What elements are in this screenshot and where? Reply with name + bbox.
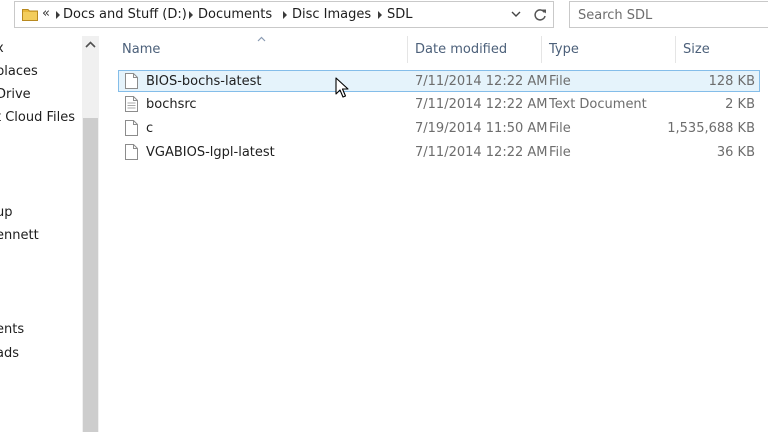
column-header-name[interactable]: Name: [122, 42, 160, 57]
breadcrumb-overflow-icon[interactable]: «: [42, 6, 50, 21]
file-size: 1,535,688 KB: [667, 121, 755, 136]
file-name: BIOS-bochs-latest: [146, 74, 262, 89]
nav-item-homegroup[interactable]: up: [0, 205, 13, 220]
column-header-size[interactable]: Size: [683, 42, 710, 57]
nav-item-recent-places[interactable]: places: [0, 64, 38, 79]
breadcrumb-docs-and-stuff[interactable]: Docs and Stuff (D:): [63, 7, 187, 22]
address-bar[interactable]: « Docs and Stuff (D:) Documents Disc Ima…: [14, 1, 528, 28]
folder-icon: [22, 9, 38, 21]
file-list: Name Date modified Type Size BIOS-bochs-…: [99, 36, 768, 432]
file-type: File: [549, 121, 571, 136]
search-box[interactable]: [569, 1, 768, 28]
file-explorer-window: « Docs and Stuff (D:) Documents Disc Ima…: [0, 0, 768, 432]
nav-item-favorites[interactable]: x: [0, 41, 4, 56]
file-row-vgabios-lgpl-latest[interactable]: VGABIOS-lgpl-latest 7/11/2014 12:22 AM F…: [118, 141, 760, 163]
breadcrumb-arrow-icon[interactable]: [378, 11, 382, 19]
sort-ascending-icon: [257, 36, 266, 42]
file-size: 36 KB: [716, 145, 755, 160]
column-header-type[interactable]: Type: [549, 42, 579, 57]
file-icon: [125, 120, 138, 136]
file-date-modified: 7/11/2014 12:22 AM: [415, 145, 548, 160]
navigation-scrollbar[interactable]: [82, 36, 99, 432]
column-divider[interactable]: [675, 36, 676, 63]
nav-item-user[interactable]: ennett: [0, 228, 39, 243]
navigation-pane: x places Drive t Cloud Files up ennett e…: [0, 36, 82, 432]
breadcrumb-arrow-icon[interactable]: [189, 11, 193, 19]
nav-item-cloud-files[interactable]: t Cloud Files: [0, 110, 75, 125]
nav-item-documents[interactable]: ents: [0, 322, 24, 337]
breadcrumb-documents[interactable]: Documents: [198, 7, 272, 22]
breadcrumb-arrow-icon[interactable]: [283, 11, 287, 19]
file-name: c: [146, 121, 154, 136]
scrollbar-thumb[interactable]: [83, 118, 98, 432]
refresh-icon: [534, 9, 546, 21]
file-date-modified: 7/11/2014 12:22 AM: [415, 74, 548, 89]
file-icon: [125, 73, 138, 89]
chevron-up-icon[interactable]: [82, 36, 99, 54]
file-date-modified: 7/11/2014 12:22 AM: [415, 97, 548, 112]
file-size: 2 KB: [725, 97, 755, 112]
file-row-bochsrc[interactable]: bochsrc 7/11/2014 12:22 AM Text Document…: [118, 93, 760, 115]
breadcrumb-sdl[interactable]: SDL: [387, 7, 413, 22]
file-row-c[interactable]: c 7/19/2014 11:50 AM File 1,535,688 KB: [118, 117, 760, 139]
file-size: 128 KB: [708, 74, 755, 89]
text-document-icon: [125, 96, 138, 112]
column-divider[interactable]: [407, 36, 408, 63]
search-input[interactable]: [578, 6, 758, 24]
file-type: File: [549, 74, 571, 89]
breadcrumb-arrow-icon[interactable]: [56, 11, 60, 19]
column-header-date-modified[interactable]: Date modified: [415, 42, 507, 57]
file-row-bios-bochs-latest[interactable]: BIOS-bochs-latest 7/11/2014 12:22 AM Fil…: [118, 70, 760, 92]
nav-item-drive[interactable]: Drive: [0, 87, 31, 102]
file-type: File: [549, 145, 571, 160]
breadcrumb-disc-images[interactable]: Disc Images: [292, 7, 371, 22]
column-divider[interactable]: [541, 36, 542, 63]
nav-item-downloads[interactable]: ads: [0, 346, 19, 361]
refresh-button[interactable]: [527, 1, 554, 28]
chevron-down-icon[interactable]: [511, 9, 521, 19]
column-header: Name Date modified Type Size: [99, 36, 768, 63]
file-name: VGABIOS-lgpl-latest: [146, 145, 275, 160]
file-date-modified: 7/19/2014 11:50 AM: [415, 121, 548, 136]
file-type: Text Document: [549, 97, 647, 112]
file-name: bochsrc: [146, 97, 197, 112]
file-icon: [125, 144, 138, 160]
